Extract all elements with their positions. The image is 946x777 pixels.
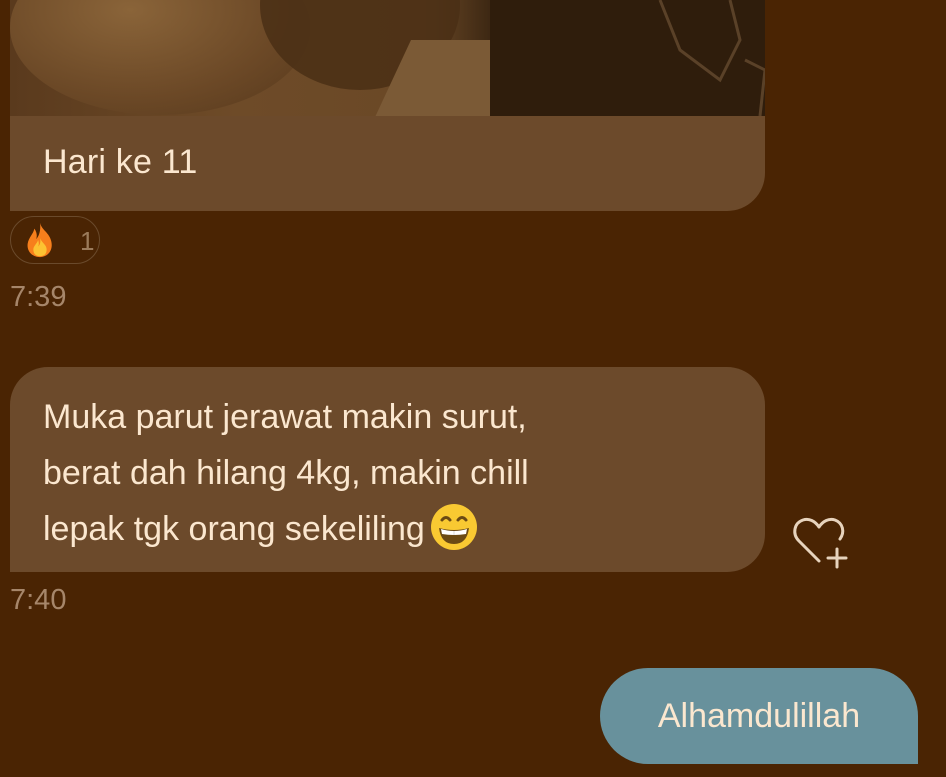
grinning-face-emoji-icon bbox=[430, 504, 477, 550]
heart-plus-icon[interactable] bbox=[791, 513, 851, 571]
photo-pattern-detail bbox=[658, 0, 765, 116]
message-photo[interactable] bbox=[10, 0, 765, 116]
message-line-text: lepak tgk orang sekeliling bbox=[43, 510, 425, 548]
fire-emoji-icon bbox=[27, 222, 52, 258]
message-timestamp: 7:39 bbox=[10, 281, 67, 313]
sent-message-bubble[interactable]: Alhamdulillah bbox=[600, 668, 918, 764]
reaction-count: 1 bbox=[80, 226, 95, 256]
message-timestamp: 7:40 bbox=[10, 584, 67, 616]
text-message-bubble[interactable]: Muka parut jerawat makin surut, berat da… bbox=[10, 367, 765, 572]
image-message-bubble[interactable]: Hari ke 11 bbox=[10, 0, 765, 211]
message-line-last: lepak tgk orang sekeliling bbox=[43, 501, 735, 557]
image-caption: Hari ke 11 bbox=[43, 143, 198, 181]
message-line: berat dah hilang 4kg, makin chill bbox=[43, 454, 529, 492]
reaction-pill[interactable]: 1 bbox=[10, 216, 100, 264]
message-line: Muka parut jerawat makin surut, bbox=[43, 398, 527, 436]
